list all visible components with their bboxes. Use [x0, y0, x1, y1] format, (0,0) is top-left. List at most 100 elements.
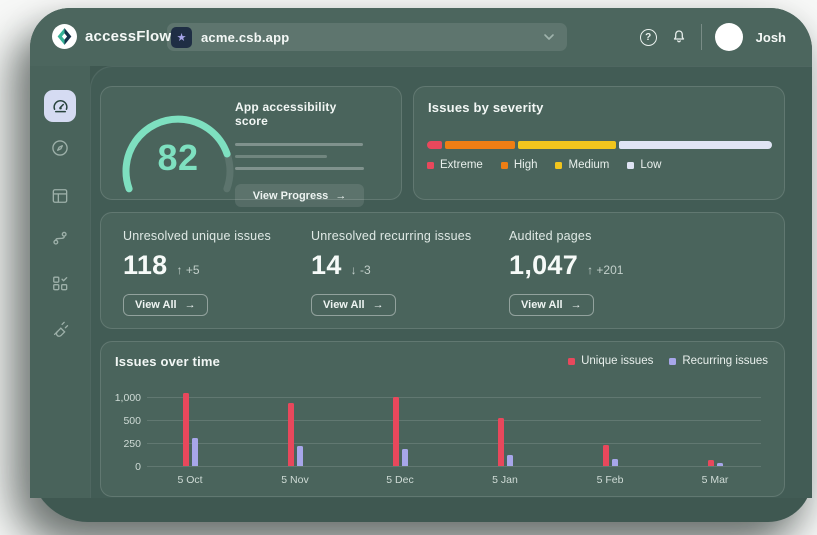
chart-x-tick-label: 5 Jan: [481, 474, 529, 486]
chart-gridline: [147, 420, 761, 421]
stat-unresolved-unique: Unresolved unique issues 118 ↑ +5 View A…: [123, 229, 271, 316]
project-selector-value: acme.csb.app: [201, 30, 289, 45]
severity-legend-item: Low: [627, 159, 661, 171]
user-avatar[interactable]: [715, 23, 743, 51]
chart-gridline: [147, 397, 761, 398]
severity-card-title: Issues by severity: [428, 100, 544, 115]
bar-unique-5-mar: [708, 460, 714, 466]
legend-swatch-icon: [669, 358, 676, 365]
stat-label: Unresolved unique issues: [123, 229, 271, 243]
chart-legend-item[interactable]: Unique issues: [568, 355, 653, 367]
bar-unique-5-oct: [183, 393, 189, 466]
sidebar-item-flows[interactable]: [44, 222, 76, 254]
chart-x-tick-label: 5 Feb: [586, 474, 634, 486]
bar-recurring-5-jan: [507, 455, 513, 467]
severity-stacked-bar: [427, 141, 772, 149]
stat-value: 118: [123, 250, 167, 281]
stat-label: Unresolved recurring issues: [311, 229, 471, 243]
bar-recurring-5-mar: [717, 463, 723, 466]
bar-recurring-5-oct: [192, 438, 198, 466]
chevron-down-icon: [541, 29, 557, 45]
top-bar: accessFlow ★ acme.csb.app ? Josh: [30, 8, 812, 66]
stat-delta: ↓ -3: [351, 263, 371, 277]
sidebar-nav: [30, 66, 90, 498]
severity-segment-extreme: [427, 141, 442, 149]
legend-swatch-icon: [555, 162, 562, 169]
severity-legend-item: Medium: [555, 159, 609, 171]
severity-legend-item: High: [501, 159, 538, 171]
severity-segment-medium: [518, 141, 616, 149]
score-gauge: 82: [113, 93, 243, 197]
view-all-button[interactable]: View All →: [311, 294, 396, 316]
compass-icon: [50, 138, 70, 158]
brand-name: accessFlow: [85, 28, 171, 45]
chart-y-tick-label: 0: [101, 461, 141, 473]
summary-stats-card: Unresolved unique issues 118 ↑ +5 View A…: [100, 212, 785, 329]
app-window: accessFlow ★ acme.csb.app ? Josh: [30, 8, 812, 522]
view-progress-button[interactable]: View Progress →: [235, 184, 364, 207]
stat-value: 14: [311, 250, 342, 281]
stat-delta: ↑ +201: [587, 263, 623, 277]
arrow-right-icon: →: [335, 190, 346, 202]
legend-swatch-icon: [427, 162, 434, 169]
score-card-title: App accessibility score: [235, 100, 365, 128]
sidebar-item-explore[interactable]: [44, 132, 76, 164]
chart-x-tick-label: 5 Dec: [376, 474, 424, 486]
skeleton-line: [235, 155, 327, 158]
bar-unique-5-feb: [603, 445, 609, 466]
skeleton-line: [235, 143, 363, 146]
score-value: 82: [113, 137, 243, 179]
help-icon[interactable]: ?: [640, 29, 657, 46]
chart-x-tick-label: 5 Mar: [691, 474, 739, 486]
chart-legend: Unique issues Recurring issues: [568, 355, 768, 367]
view-all-button[interactable]: View All →: [509, 294, 594, 316]
flow-icon: [50, 228, 70, 248]
severity-segment-low: [619, 141, 772, 149]
trend-up-icon: ↑: [176, 263, 182, 277]
bar-unique-5-jan: [498, 418, 504, 466]
accessflow-logo-icon: [52, 24, 77, 49]
bar-recurring-5-feb: [612, 459, 618, 466]
project-selector-dropdown[interactable]: ★ acme.csb.app: [167, 23, 567, 51]
user-name: Josh: [756, 30, 786, 45]
chart-title: Issues over time: [115, 354, 220, 369]
stat-value: 1,047: [509, 250, 578, 281]
severity-segment-high: [445, 141, 515, 149]
sidebar-item-tasks[interactable]: [44, 267, 76, 299]
trend-up-icon: ↑: [587, 263, 593, 277]
issues-over-time-card: 0 250 500 1,000 5 Oct 5 Nov 5 Dec 5 Jan 5 Feb 5 M…: [100, 341, 785, 497]
stat-label: Audited pages: [509, 229, 623, 243]
plug-icon: [50, 319, 70, 339]
chart-gridline: [147, 466, 761, 467]
arrow-right-icon: →: [373, 299, 384, 311]
chart-y-tick-label: 250: [101, 438, 141, 450]
chart-gridline: [147, 443, 761, 444]
legend-swatch-icon: [627, 162, 634, 169]
severity-legend: Extreme High Medium Low: [427, 159, 662, 171]
header-actions: ? Josh: [640, 8, 786, 66]
stat-audited-pages: Audited pages 1,047 ↑ +201 View All →: [509, 229, 623, 316]
legend-swatch-icon: [501, 162, 508, 169]
severity-legend-item: Extreme: [427, 159, 483, 171]
chart-y-tick-label: 1,000: [101, 392, 141, 404]
header-divider: [701, 24, 702, 50]
view-all-button[interactable]: View All →: [123, 294, 208, 316]
layout-icon: [50, 186, 70, 206]
arrow-right-icon: →: [571, 299, 582, 311]
bell-icon[interactable]: [670, 28, 688, 46]
issues-by-severity-card: Issues by severity Extreme High Medium Low: [413, 86, 785, 200]
sidebar-item-dashboard[interactable]: [44, 90, 76, 122]
chart-y-tick-label: 500: [101, 415, 141, 427]
sidebar-item-pages[interactable]: [44, 180, 76, 212]
chart-legend-item[interactable]: Recurring issues: [669, 355, 768, 367]
legend-swatch-icon: [568, 358, 575, 365]
brand-logo: accessFlow: [52, 24, 171, 49]
star-icon: ★: [171, 27, 192, 48]
skeleton-line: [235, 167, 364, 170]
stat-delta: ↑ +5: [176, 263, 199, 277]
chart-x-tick-label: 5 Oct: [166, 474, 214, 486]
sidebar-item-integrations[interactable]: [44, 313, 76, 345]
gauge-icon: [51, 97, 70, 116]
bar-unique-5-nov: [288, 403, 294, 466]
chart-x-tick-label: 5 Nov: [271, 474, 319, 486]
